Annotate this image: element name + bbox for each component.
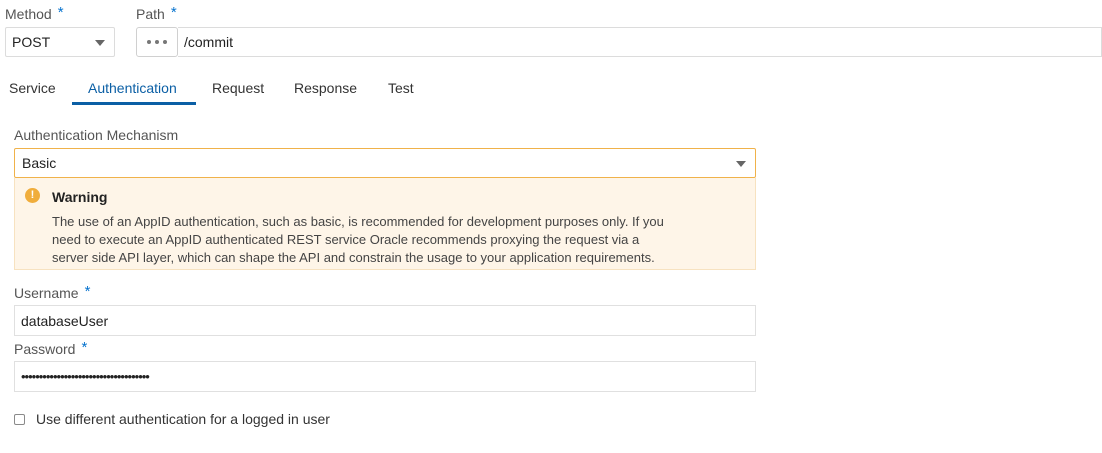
username-input[interactable]: databaseUser — [14, 305, 756, 336]
required-marker: * — [170, 4, 177, 21]
different-auth-label[interactable]: Use different authentication for a logge… — [36, 411, 330, 427]
method-select[interactable]: POST — [5, 27, 115, 57]
tab-service[interactable]: Service — [9, 80, 56, 96]
warning-title: Warning — [52, 189, 108, 205]
tab-request[interactable]: Request — [212, 80, 264, 96]
tab-response[interactable]: Response — [294, 80, 357, 96]
path-options-button[interactable] — [136, 27, 178, 57]
ellipsis-icon — [147, 40, 151, 44]
warning-icon: ! — [25, 188, 40, 203]
warning-message: ! Warning The use of an AppID authentica… — [14, 178, 756, 270]
password-input[interactable]: •••••••••••••••••••••••••••••••••••• — [14, 361, 756, 392]
path-label: Path * — [136, 4, 177, 22]
method-label: Method * — [5, 4, 64, 22]
auth-mechanism-select[interactable]: Basic — [14, 148, 756, 178]
auth-mechanism-value: Basic — [22, 155, 57, 171]
tab-test[interactable]: Test — [388, 80, 414, 96]
tab-authentication[interactable]: Authentication — [88, 80, 177, 96]
required-marker: * — [57, 4, 64, 21]
path-value: /commit — [184, 34, 233, 50]
username-label: Username * — [14, 283, 91, 301]
method-value: POST — [12, 34, 51, 50]
required-marker: * — [81, 339, 88, 356]
password-value: •••••••••••••••••••••••••••••••••••• — [21, 369, 150, 384]
active-tab-indicator — [72, 102, 196, 105]
password-label: Password * — [14, 339, 88, 357]
different-auth-checkbox[interactable] — [14, 414, 25, 425]
chevron-down-icon — [95, 40, 105, 46]
auth-mechanism-label: Authentication Mechanism — [14, 127, 179, 143]
chevron-down-icon — [736, 161, 746, 167]
username-value: databaseUser — [21, 312, 109, 329]
path-input[interactable]: /commit — [178, 27, 1102, 57]
warning-text: The use of an AppID authentication, such… — [52, 214, 664, 265]
required-marker: * — [84, 283, 91, 300]
